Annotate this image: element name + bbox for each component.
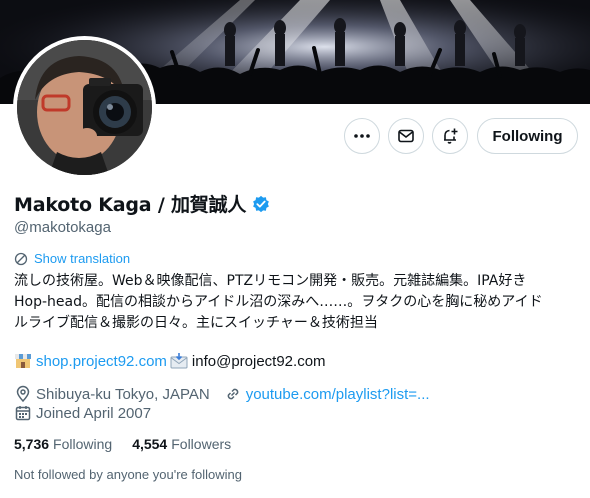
following-button[interactable]: Following xyxy=(477,118,578,154)
more-options-button[interactable] xyxy=(344,118,380,154)
store-emoji-icon xyxy=(15,354,31,368)
email-text: info@project92.com xyxy=(191,352,326,370)
followers-count-label: Followers xyxy=(171,436,232,452)
followers-count-link[interactable]: 4,554 Followers xyxy=(132,436,231,452)
follow-counts: 5,736 Following 4,554 Followers xyxy=(14,436,231,452)
bio-line: Hop-head。配信の相談からアイドル沼の深みへ……。ヲタクの心を胸に秘めアイ… xyxy=(14,294,543,310)
display-name: Makoto Kaga / 加賀誠人 xyxy=(14,194,247,216)
bio-line: ルライブ配信＆撮影の日々。主にスイッチャー＆技術担当 xyxy=(14,315,378,331)
translate-icon xyxy=(14,252,28,265)
followers-count: 4,554 xyxy=(132,436,168,452)
user-handle: @makotokaga xyxy=(14,219,111,236)
bell-plus-icon xyxy=(444,128,458,144)
profile-avatar[interactable] xyxy=(13,36,156,179)
name-row: Makoto Kaga / 加賀誠人 xyxy=(14,190,270,217)
location-website-row: Shibuya-ku Tokyo, JAPAN youtube.com/play… xyxy=(14,385,430,403)
website-link[interactable]: youtube.com/playlist?list=... xyxy=(246,386,430,403)
profile-bio: 流しの技術屋。Web＆映像配信、PTZリモコン開発・販売。元雑誌編集。IPA好き… xyxy=(14,271,580,334)
incoming-envelope-icon xyxy=(170,353,188,369)
not-followed-note: Not followed by anyone you're following xyxy=(14,467,242,482)
verified-badge-icon[interactable] xyxy=(252,195,270,213)
more-icon xyxy=(354,134,370,138)
following-count-label: Following xyxy=(53,436,113,452)
bio-line: 流しの技術屋。Web＆映像配信、PTZリモコン開発・販売。元雑誌編集。IPA好き xyxy=(14,273,527,289)
calendar-icon xyxy=(15,406,31,421)
message-button[interactable] xyxy=(388,118,424,154)
joined-date: Joined April 2007 xyxy=(36,404,152,422)
location-text: Shibuya-ku Tokyo, JAPAN xyxy=(36,385,210,403)
shop-link[interactable]: shop.project92.com xyxy=(36,353,167,370)
joined-row: Joined April 2007 xyxy=(14,404,151,422)
following-count: 5,736 xyxy=(14,436,50,452)
bio-links-row: shop.project92.com info@project92.com xyxy=(14,352,326,370)
following-count-link[interactable]: 5,736 Following xyxy=(14,436,112,452)
link-icon xyxy=(227,388,239,400)
location-pin-icon xyxy=(16,385,30,403)
notifications-button[interactable] xyxy=(432,118,468,154)
envelope-icon xyxy=(398,129,414,143)
show-translation-link[interactable]: Show translation xyxy=(14,251,130,266)
show-translation-label[interactable]: Show translation xyxy=(34,251,130,266)
